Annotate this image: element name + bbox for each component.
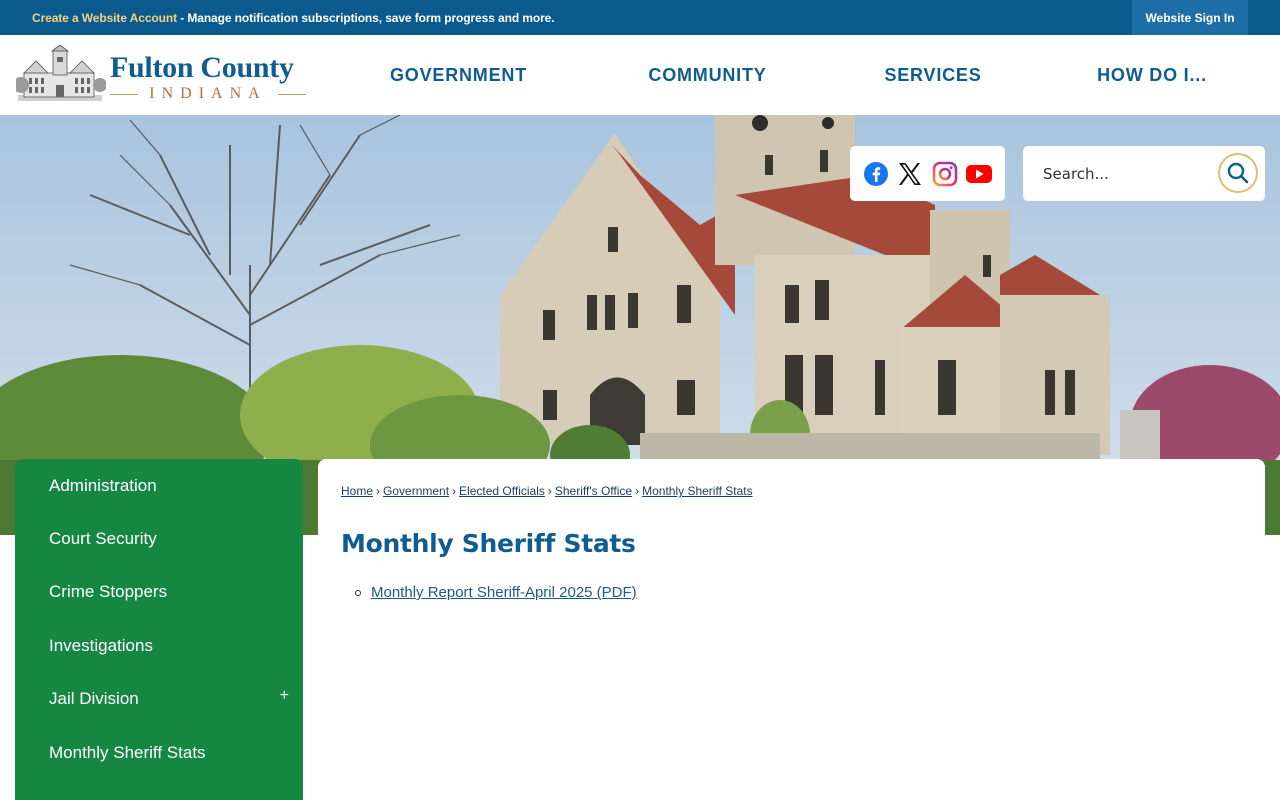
logo-divider-right bbox=[278, 94, 306, 95]
expand-plus-icon[interactable]: + bbox=[280, 687, 289, 705]
breadcrumb-separator: › bbox=[547, 484, 552, 498]
youtube-icon[interactable] bbox=[965, 160, 993, 188]
breadcrumb-home[interactable]: Home bbox=[341, 484, 373, 498]
logo-title: Fulton County bbox=[110, 51, 294, 84]
sidebar-item-jail-division[interactable]: Jail Division + bbox=[15, 672, 303, 725]
logo-subtitle: INDIANA bbox=[149, 85, 267, 102]
x-twitter-icon[interactable] bbox=[896, 160, 924, 188]
breadcrumb: Home › Government › Elected Officials › Sherif… bbox=[341, 484, 753, 498]
notification-bar: Create a Website Account - Manage notifi… bbox=[0, 0, 1280, 35]
breadcrumb-monthly-sheriff-stats[interactable]: Monthly Sheriff Stats bbox=[642, 484, 753, 498]
instagram-icon[interactable] bbox=[931, 160, 959, 188]
search-button[interactable] bbox=[1218, 153, 1258, 193]
main-content: Home › Government › Elected Officials › Sherif… bbox=[318, 459, 1265, 800]
breadcrumb-separator: › bbox=[452, 484, 457, 498]
website-sign-in-button[interactable]: Website Sign In bbox=[1132, 0, 1248, 35]
courthouse-logo-icon bbox=[16, 45, 106, 101]
social-media-links bbox=[850, 146, 1005, 201]
list-item: Monthly Report Sheriff-April 2025 (PDF) bbox=[355, 584, 637, 601]
site-logo[interactable]: Fulton County INDIANA bbox=[16, 45, 308, 107]
sidebar-item-administration[interactable]: Administration bbox=[15, 459, 303, 512]
nav-services[interactable]: SERVICES bbox=[873, 35, 993, 115]
search-input[interactable] bbox=[1033, 156, 1213, 191]
sidebar-item-court-security[interactable]: Court Security bbox=[15, 512, 303, 565]
search-icon bbox=[1227, 162, 1249, 184]
facebook-icon[interactable] bbox=[862, 160, 890, 188]
nav-how-do-i[interactable]: HOW DO I... bbox=[1082, 35, 1222, 115]
sidebar-item-label: Jail Division bbox=[49, 688, 139, 708]
sidebar-item-crime-stoppers[interactable]: Crime Stoppers bbox=[15, 565, 303, 618]
section-sidebar-nav: Administration Court Security Crime Stop… bbox=[15, 459, 303, 800]
breadcrumb-elected-officials[interactable]: Elected Officials bbox=[459, 484, 545, 498]
nav-government[interactable]: GOVERNMENT bbox=[376, 35, 541, 115]
page-title: Monthly Sheriff Stats bbox=[341, 529, 636, 558]
breadcrumb-government[interactable]: Government bbox=[383, 484, 449, 498]
list-bullet bbox=[355, 589, 361, 596]
notification-text: - Manage notification subscriptions, sav… bbox=[176, 11, 555, 25]
breadcrumb-separator: › bbox=[635, 484, 640, 498]
breadcrumb-sheriffs-office[interactable]: Sheriff's Office bbox=[555, 484, 632, 498]
create-account-link[interactable]: Create a Website Account bbox=[32, 11, 177, 25]
document-list: Monthly Report Sheriff-April 2025 (PDF) bbox=[355, 584, 637, 601]
nav-community[interactable]: COMMUNITY bbox=[630, 35, 785, 115]
site-header: Fulton County INDIANA GOVERNMENT COMMUNI… bbox=[0, 35, 1280, 115]
notification-message: Create a Website Account - Manage notifi… bbox=[32, 11, 555, 25]
sidebar-item-monthly-sheriff-stats[interactable]: Monthly Sheriff Stats bbox=[15, 726, 303, 779]
monthly-report-pdf-link[interactable]: Monthly Report Sheriff-April 2025 (PDF) bbox=[371, 584, 637, 601]
breadcrumb-separator: › bbox=[376, 484, 381, 498]
sidebar-item-investigations[interactable]: Investigations bbox=[15, 619, 303, 672]
